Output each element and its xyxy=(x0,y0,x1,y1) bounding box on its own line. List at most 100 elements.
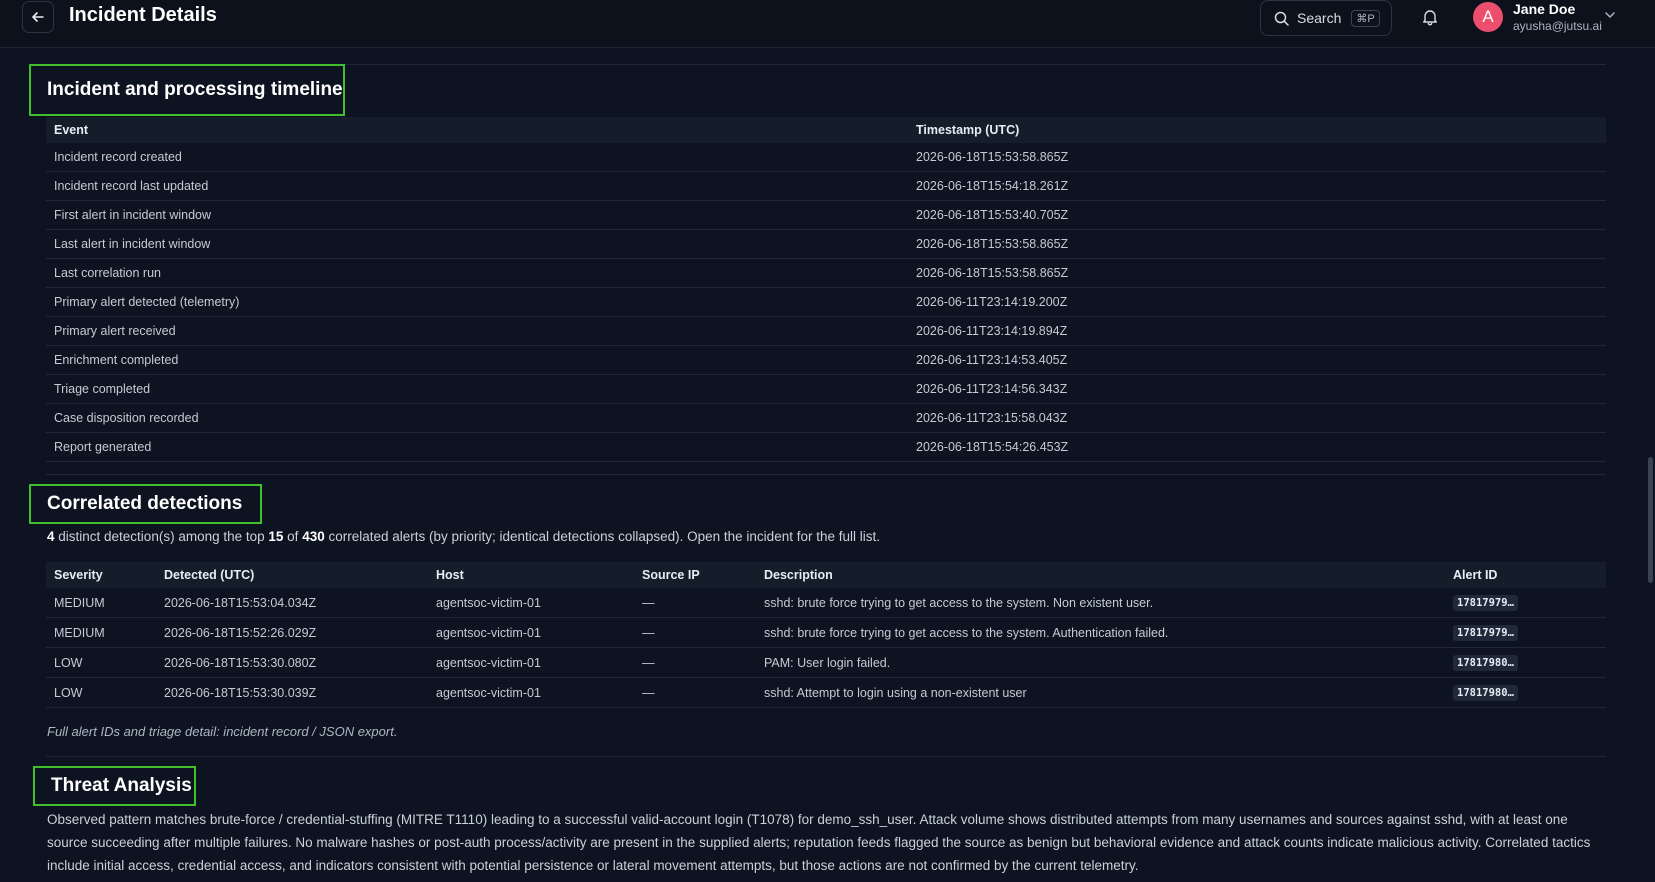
avatar[interactable]: A xyxy=(1473,2,1503,32)
source-ip-cell: — xyxy=(634,677,756,708)
divider xyxy=(46,756,1606,757)
summary-text: distinct detection(s) among the top xyxy=(54,529,269,544)
distinct-count: 4 xyxy=(47,529,55,544)
event-cell: Report generated xyxy=(46,432,908,462)
timestamp-cell: 2026-06-18T15:53:58.865Z xyxy=(908,258,1606,288)
table-row: Primary alert detected (telemetry) 2026-0… xyxy=(46,287,1606,317)
chevron-down-icon[interactable] xyxy=(1603,8,1617,22)
table-row: Incident record created 2026-06-18T15:53:… xyxy=(46,143,1606,172)
column-header: Description xyxy=(756,562,1445,588)
source-ip-cell: — xyxy=(634,617,756,648)
back-button[interactable] xyxy=(22,1,54,33)
column-header: Alert ID xyxy=(1445,562,1606,588)
arrow-left-icon xyxy=(32,12,44,22)
alert-id-chip[interactable]: 17817980… xyxy=(1453,654,1518,671)
threat-section-title: Threat Analysis xyxy=(33,766,196,806)
description-cell: PAM: User login failed. xyxy=(756,647,1445,678)
timestamp-cell: 2026-06-18T15:53:58.865Z xyxy=(908,143,1606,172)
timestamp-cell: 2026-06-11T23:14:19.200Z xyxy=(908,287,1606,317)
event-cell: Primary alert detected (telemetry) xyxy=(46,287,908,317)
table-row: Enrichment completed 2026-06-11T23:14:53.… xyxy=(46,345,1606,375)
event-cell: Case disposition recorded xyxy=(46,403,908,433)
search-button[interactable]: Search ⌘P xyxy=(1260,0,1392,36)
table-row: Triage completed 2026-06-11T23:14:56.343Z xyxy=(46,374,1606,404)
column-header: Host xyxy=(428,562,634,588)
timestamp-cell: 2026-06-18T15:53:58.865Z xyxy=(908,229,1606,259)
correlated-section-title: Correlated detections xyxy=(29,484,262,524)
severity-cell: MEDIUM xyxy=(46,588,156,618)
event-cell: Primary alert received xyxy=(46,316,908,346)
table-row: Case disposition recorded 2026-06-11T23:1… xyxy=(46,403,1606,433)
table-row: Incident record last updated 2026-06-18T1… xyxy=(46,171,1606,201)
timeline-table: Event Timestamp (UTC) Incident record cr… xyxy=(46,117,1606,462)
host-cell: agentsoc-victim-01 xyxy=(428,677,634,708)
threat-analysis-text: Observed pattern matches brute-force / c… xyxy=(47,812,1591,873)
table-row: Report generated 2026-06-18T15:54:26.453Z xyxy=(46,432,1606,462)
scrollbar-thumb[interactable] xyxy=(1648,457,1653,583)
timestamp-cell: 2026-06-11T23:14:56.343Z xyxy=(908,374,1606,404)
detected-cell: 2026-06-18T15:53:30.039Z xyxy=(156,677,428,708)
table-header-row: Severity Detected (UTC) Host Source IP D… xyxy=(46,562,1606,588)
search-shortcut: ⌘P xyxy=(1351,9,1380,27)
host-cell: agentsoc-victim-01 xyxy=(428,647,634,678)
alert-id-chip[interactable]: 17817979… xyxy=(1453,594,1518,611)
table-row[interactable]: LOW 2026-06-18T15:53:30.039Z agentsoc-vict… xyxy=(46,677,1606,708)
event-cell: Last alert in incident window xyxy=(46,229,908,259)
alert-id-chip[interactable]: 17817980… xyxy=(1453,684,1518,701)
source-ip-cell: — xyxy=(634,588,756,618)
page-title: Incident Details xyxy=(69,4,217,26)
description-cell: sshd: brute force trying to get access t… xyxy=(756,617,1445,648)
summary-text: of xyxy=(283,529,303,544)
table-row[interactable]: LOW 2026-06-18T15:53:30.080Z agentsoc-vict… xyxy=(46,647,1606,678)
column-header: Source IP xyxy=(634,562,756,588)
alert-id-chip[interactable]: 17817979… xyxy=(1453,624,1518,641)
event-cell: Triage completed xyxy=(46,374,908,404)
event-cell: Enrichment completed xyxy=(46,345,908,375)
description-cell: sshd: brute force trying to get access t… xyxy=(756,588,1445,618)
severity-cell: LOW xyxy=(46,647,156,678)
timestamp-cell: 2026-06-11T23:14:19.894Z xyxy=(908,316,1606,346)
timeline-section-title: Incident and processing timeline xyxy=(29,64,345,116)
severity-cell: MEDIUM xyxy=(46,617,156,648)
event-cell: Last correlation run xyxy=(46,258,908,288)
total-count: 430 xyxy=(302,529,325,544)
divider xyxy=(46,474,1606,475)
event-cell: Incident record created xyxy=(46,143,908,172)
event-cell: First alert in incident window xyxy=(46,200,908,230)
bell-icon[interactable] xyxy=(1421,8,1439,26)
column-header: Severity xyxy=(46,562,156,588)
alert-id-cell: 17817979… xyxy=(1445,588,1606,618)
top-count: 15 xyxy=(268,529,284,544)
description-cell: sshd: Attempt to login using a non-exist… xyxy=(756,677,1445,708)
table-row: Last alert in incident window 2026-06-18T… xyxy=(46,229,1606,259)
timestamp-cell: 2026-06-18T15:54:26.453Z xyxy=(908,432,1606,462)
search-icon xyxy=(1274,11,1289,26)
alert-id-cell: 17817980… xyxy=(1445,647,1606,678)
host-cell: agentsoc-victim-01 xyxy=(428,617,634,648)
alert-id-cell: 17817979… xyxy=(1445,617,1606,648)
alert-id-cell: 17817980… xyxy=(1445,677,1606,708)
source-ip-cell: — xyxy=(634,647,756,678)
summary-text: correlated alerts (by priority; identica… xyxy=(324,529,880,544)
timestamp-cell: 2026-06-18T15:53:40.705Z xyxy=(908,200,1606,230)
detected-cell: 2026-06-18T15:53:04.034Z xyxy=(156,588,428,618)
timestamp-cell: 2026-06-11T23:14:53.405Z xyxy=(908,345,1606,375)
detected-cell: 2026-06-18T15:53:30.080Z xyxy=(156,647,428,678)
column-header: Timestamp (UTC) xyxy=(908,117,1606,143)
table-row: Primary alert received 2026-06-11T23:14:1… xyxy=(46,316,1606,346)
column-header: Event xyxy=(46,117,908,143)
timestamp-cell: 2026-06-18T15:54:18.261Z xyxy=(908,171,1606,201)
host-cell: agentsoc-victim-01 xyxy=(428,588,634,618)
table-row[interactable]: MEDIUM 2026-06-18T15:53:04.034Z agentsoc-v… xyxy=(46,588,1606,618)
detected-cell: 2026-06-18T15:52:26.029Z xyxy=(156,617,428,648)
user-email: ayusha@jutsu.ai xyxy=(1513,19,1602,33)
table-header-row: Event Timestamp (UTC) xyxy=(46,117,1606,143)
column-header: Detected (UTC) xyxy=(156,562,428,588)
correlated-summary: 4 distinct detection(s) among the top 15… xyxy=(47,529,880,544)
event-cell: Incident record last updated xyxy=(46,171,908,201)
detections-table: Severity Detected (UTC) Host Source IP D… xyxy=(46,562,1606,708)
severity-cell: LOW xyxy=(46,677,156,708)
table-row[interactable]: MEDIUM 2026-06-18T15:52:26.029Z agentsoc-v… xyxy=(46,617,1606,648)
timestamp-cell: 2026-06-11T23:15:58.043Z xyxy=(908,403,1606,433)
user-name[interactable]: Jane Doe xyxy=(1513,1,1575,17)
